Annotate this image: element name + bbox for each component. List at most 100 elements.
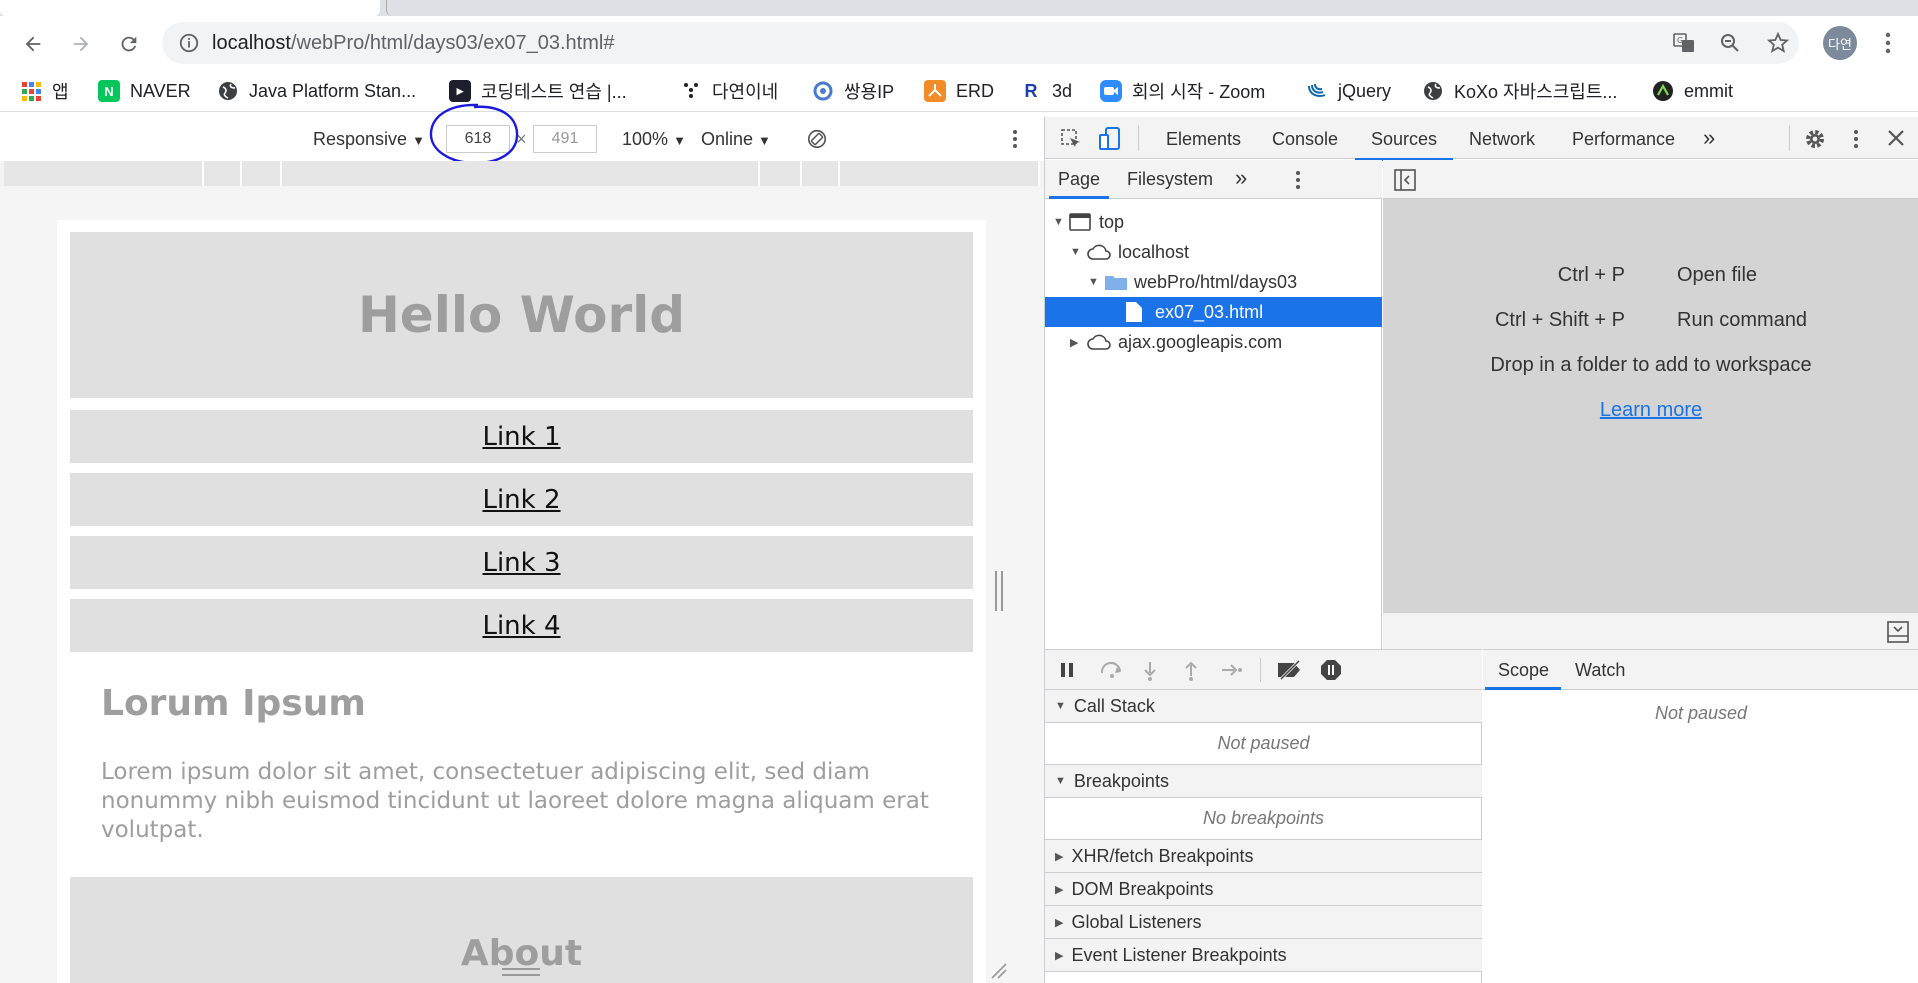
gear-icon[interactable] — [1803, 127, 1827, 151]
toggle-debugger-icon[interactable] — [1887, 621, 1909, 643]
bookmark-3d[interactable]: R 3d — [1020, 79, 1072, 103]
tab-sources[interactable]: Sources — [1354, 129, 1454, 161]
info-icon[interactable] — [178, 32, 200, 54]
expand-triangle-icon: ▼ — [1088, 276, 1099, 288]
media-query-bar[interactable] — [0, 161, 1044, 186]
menu-kebab-icon[interactable] — [1876, 30, 1900, 56]
bookmark-erd[interactable]: ERD — [924, 79, 994, 103]
media-query-segment[interactable] — [760, 161, 802, 186]
step-out-icon[interactable] — [1182, 660, 1200, 682]
section-paragraph: Lorem ipsum dolor sit amet, consectetuer… — [101, 759, 929, 843]
device-toggle-icon[interactable] — [1097, 126, 1123, 152]
media-query-segment[interactable] — [242, 161, 282, 186]
bookmark-zoom[interactable]: 회의 시작 - Zoom — [1100, 79, 1265, 103]
sources-editor: Ctrl + P Open file Ctrl + Shift + P Run … — [1383, 160, 1918, 649]
browser-tab[interactable] — [386, 0, 730, 16]
step-over-icon[interactable] — [1099, 661, 1125, 679]
toggle-navigator-icon[interactable] — [1394, 169, 1416, 191]
url-text[interactable]: localhost/webPro/html/days03/ex07_03.htm… — [212, 32, 614, 55]
inspect-element-icon[interactable] — [1059, 127, 1083, 151]
bookmark-ssangyong[interactable]: 쌍용IP — [812, 79, 894, 103]
deactivate-breakpoints-icon[interactable] — [1275, 660, 1305, 680]
height-input[interactable]: 491 — [533, 125, 597, 153]
bookmark-emmit[interactable]: emmit — [1652, 79, 1733, 103]
step-into-icon[interactable] — [1141, 660, 1159, 682]
reload-icon — [121, 36, 137, 52]
media-query-segment[interactable] — [282, 161, 760, 186]
network-throttle-select[interactable]: Online ▼ — [701, 129, 771, 150]
bookmark-coding-test[interactable]: ▸ 코딩테스트 연습 |... — [449, 79, 627, 103]
section-dom-breakpoints[interactable]: ▶ DOM Breakpoints — [1045, 873, 1482, 906]
media-query-segment[interactable] — [840, 161, 1040, 186]
bookmark-koxo[interactable]: KoXo 자바스크립트... — [1422, 79, 1617, 103]
profile-avatar[interactable]: 다연 — [1823, 26, 1857, 60]
tab-scope[interactable]: Scope — [1498, 660, 1549, 681]
back-button[interactable] — [16, 27, 50, 61]
more-navigator-tabs[interactable]: » — [1235, 165, 1247, 191]
tab-watch[interactable]: Watch — [1575, 660, 1625, 681]
nav-link-4[interactable]: Link 4 — [70, 599, 973, 652]
device-toolbar-menu-icon[interactable] — [1005, 127, 1025, 151]
media-query-segment[interactable] — [4, 161, 204, 186]
zoom-select[interactable]: 100% ▼ — [622, 129, 686, 150]
bottom-resize-handle[interactable] — [502, 968, 540, 976]
bookmark-jquery[interactable]: jQuery — [1306, 79, 1391, 103]
bookmark-label: jQuery — [1338, 80, 1392, 101]
url-host: localhost — [212, 32, 291, 54]
step-icon[interactable] — [1220, 661, 1244, 679]
section-call-stack[interactable]: ▼ Call Stack — [1045, 690, 1482, 723]
file-icon — [1126, 302, 1142, 322]
navigator-tabbar: Page Filesystem » — [1045, 160, 1382, 199]
section-event-listener-breakpoints[interactable]: ▶ Event Listener Breakpoints — [1045, 939, 1482, 972]
expand-triangle-icon: ▼ — [1053, 216, 1064, 228]
tab-page[interactable]: Page — [1058, 169, 1100, 190]
section-breakpoints[interactable]: ▼ Breakpoints — [1045, 765, 1482, 798]
devtools-menu-icon[interactable] — [1846, 127, 1866, 151]
close-icon[interactable] — [1887, 129, 1905, 147]
bookmark-dayeon[interactable]: 다연이네 — [680, 79, 778, 103]
media-query-segment[interactable] — [204, 161, 242, 186]
star-icon[interactable] — [1766, 31, 1790, 55]
right-resize-handle[interactable] — [995, 571, 1003, 611]
toolbar-divider — [1260, 658, 1261, 682]
translate-icon[interactable]: G — [1672, 31, 1696, 55]
tree-item-file-selected[interactable]: ex07_03.html — [1045, 297, 1382, 327]
tab-console[interactable]: Console — [1272, 129, 1338, 150]
reload-button[interactable] — [112, 27, 146, 61]
bookmark-apps[interactable]: 앱 — [20, 79, 69, 103]
section-xhr-breakpoints[interactable]: ▶ XHR/fetch Breakpoints — [1045, 840, 1482, 873]
active-tab-underline — [1485, 687, 1561, 690]
navigator-menu-icon[interactable] — [1289, 169, 1307, 191]
pause-on-exceptions-icon[interactable] — [1320, 659, 1342, 681]
forward-button[interactable] — [64, 27, 98, 61]
zoom-icon[interactable] — [1718, 31, 1742, 55]
nav-link-1[interactable]: Link 1 — [70, 410, 973, 463]
tab-network[interactable]: Network — [1469, 129, 1535, 150]
emmet-icon — [1653, 81, 1673, 101]
device-mode-select[interactable]: Responsive ▼ — [313, 129, 425, 150]
bookmark-java[interactable]: Java Platform Stan... — [217, 79, 416, 103]
tree-item-localhost[interactable]: ▼ localhost — [1045, 237, 1382, 267]
bookmark-naver[interactable]: N NAVER — [98, 79, 191, 103]
nav-link-3[interactable]: Link 3 — [70, 536, 973, 589]
device-viewport: Hello World Link 1 Link 2 Link 3 Link 4 … — [0, 186, 1044, 983]
corner-resize-icon[interactable] — [990, 962, 1008, 980]
section-label: Breakpoints — [1073, 770, 1169, 791]
section-global-listeners[interactable]: ▶ Global Listeners — [1045, 906, 1482, 939]
learn-more-link[interactable]: Learn more — [1383, 399, 1918, 422]
tab-performance[interactable]: Performance — [1572, 129, 1675, 150]
bookmark-label: 쌍용IP — [844, 82, 895, 102]
more-tabs-button[interactable]: » — [1703, 125, 1715, 151]
rotate-icon[interactable] — [806, 128, 828, 150]
pause-icon[interactable] — [1059, 661, 1075, 679]
window-icon — [1069, 213, 1091, 231]
nav-link-2[interactable]: Link 2 — [70, 473, 973, 526]
sources-navigator: Page Filesystem » ▼ top ▼ localhost ▼ we… — [1045, 160, 1382, 649]
tree-item-folder[interactable]: ▼ webPro/html/days03 — [1045, 267, 1382, 297]
tab-elements[interactable]: Elements — [1166, 129, 1241, 150]
tree-item-ajax[interactable]: ▶ ajax.googleapis.com — [1045, 327, 1382, 357]
tree-item-top[interactable]: ▼ top — [1045, 207, 1382, 237]
media-query-segment[interactable] — [802, 161, 840, 186]
tab-filesystem[interactable]: Filesystem — [1127, 169, 1213, 190]
browser-tab[interactable] — [0, 0, 380, 16]
